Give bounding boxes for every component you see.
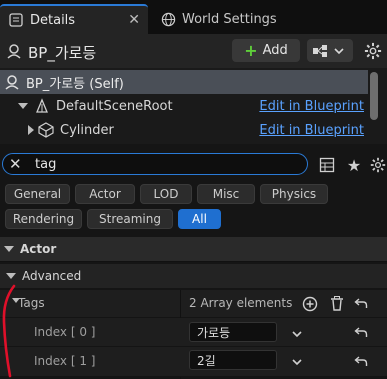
edit-in-blueprint-link[interactable]: Edit in Blueprint (259, 123, 364, 138)
expand-arrow-icon[interactable] (18, 103, 28, 109)
clear-search-icon[interactable]: ✕ (9, 155, 27, 173)
tree-item-cylinder[interactable]: Cylinder Edit in Blueprint (0, 118, 368, 142)
tags-element-row: Index [ 1 ] 2길 (0, 347, 387, 377)
settings-gear-icon[interactable] (369, 156, 387, 174)
divider (0, 261, 387, 262)
tab-details-label: Details (30, 12, 76, 28)
tree-scrollbar[interactable] (370, 72, 378, 120)
gear-icon[interactable] (362, 40, 384, 62)
globe-icon (160, 11, 176, 27)
actor-icon (4, 74, 22, 90)
section-actor-label: Actor (20, 242, 57, 256)
trash-icon[interactable] (329, 295, 345, 315)
filter-general[interactable]: General (5, 184, 70, 204)
tags-property-row: Tags 2 Array elements (0, 290, 387, 318)
search-input[interactable] (35, 156, 275, 172)
details-icon (8, 12, 24, 28)
filter-rendering[interactable]: Rendering (5, 209, 82, 229)
collapse-arrow-icon (6, 273, 16, 279)
annotation-bracket (2, 284, 16, 378)
element-index-label: Index [ 0 ] (34, 325, 96, 339)
tag-value-field[interactable]: 2길 (189, 350, 277, 370)
chevron-down-icon[interactable] (291, 328, 303, 343)
tree-item-self[interactable]: BP_가로등 (Self) (0, 70, 368, 94)
collapse-arrow-icon (4, 246, 14, 252)
add-label: Add (262, 43, 288, 58)
filter-lod[interactable]: LOD (140, 184, 192, 204)
tree-item-default-scene-root[interactable]: DefaultSceneRoot Edit in Blueprint (0, 94, 368, 118)
tags-element-row: Index [ 0 ] 가로등 (0, 318, 387, 347)
element-index-label: Index [ 1 ] (34, 354, 96, 368)
filter-misc[interactable]: Misc (197, 184, 255, 204)
search-box[interactable]: ✕ (2, 153, 308, 175)
section-actor[interactable]: Actor (0, 237, 387, 261)
tree-branch-icon (28, 125, 34, 135)
array-count: 2 Array elements (189, 296, 293, 310)
blueprint-title: BP_가로등 (28, 44, 97, 62)
add-component-button[interactable]: + Add (232, 39, 300, 62)
tab-world-settings-label: World Settings (182, 11, 277, 27)
blueprint-graph-icon (313, 44, 344, 57)
close-icon[interactable]: ✕ (128, 12, 140, 28)
section-advanced[interactable]: Advanced (0, 264, 387, 288)
add-element-icon[interactable] (302, 296, 318, 315)
blueprint-actor-icon (6, 43, 22, 59)
plus-icon: + (244, 40, 258, 60)
edit-in-blueprint-link[interactable]: Edit in Blueprint (259, 99, 364, 114)
static-mesh-icon (38, 122, 54, 138)
tree-item-label: Cylinder (60, 122, 114, 138)
scene-root-icon (34, 98, 50, 114)
filter-all[interactable]: All (178, 209, 221, 229)
table-view-icon[interactable] (318, 156, 336, 174)
tab-world-settings[interactable]: World Settings (152, 4, 292, 34)
filter-actor[interactable]: Actor (75, 184, 135, 204)
filter-physics[interactable]: Physics (260, 184, 328, 204)
blueprint-options-button[interactable] (307, 39, 353, 62)
tab-details[interactable]: Details ✕ (0, 4, 148, 34)
reset-to-default-icon[interactable] (354, 297, 368, 313)
tree-item-label: DefaultSceneRoot (56, 98, 173, 114)
chevron-down-icon[interactable] (291, 356, 303, 371)
star-icon[interactable]: ★ (345, 156, 363, 175)
reset-to-default-icon[interactable] (354, 326, 368, 342)
tag-value-field[interactable]: 가로등 (189, 322, 277, 342)
reset-to-default-icon[interactable] (354, 355, 368, 371)
tree-item-label: BP_가로등 (Self) (26, 76, 124, 92)
filter-streaming[interactable]: Streaming (87, 209, 173, 229)
section-advanced-label: Advanced (22, 269, 82, 283)
